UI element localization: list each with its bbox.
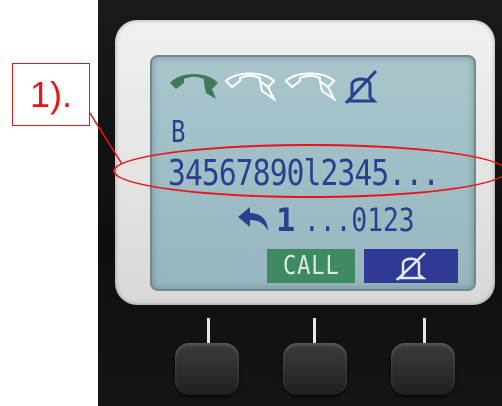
callout-label: 1). xyxy=(29,73,72,115)
callout-leader-line xyxy=(87,109,123,165)
callout-label-box: 1). xyxy=(12,63,90,126)
